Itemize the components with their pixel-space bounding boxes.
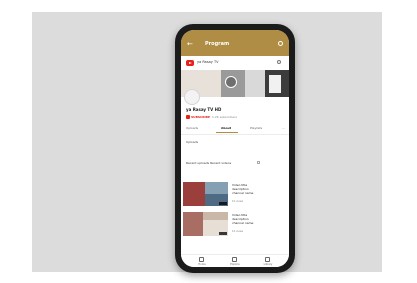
nav-item-home[interactable]: Home <box>192 257 212 267</box>
video-title[interactable]: Video title description channel name <box>232 213 253 225</box>
subscriber-count: 1.2K subscribers <box>212 115 237 119</box>
section-header: Recent uploads Recent videos <box>186 161 260 165</box>
video-item[interactable]: Video title description channel name 1K … <box>183 212 287 236</box>
video-thumbnail[interactable] <box>183 182 228 206</box>
banner-panel <box>245 70 265 97</box>
thumbnail-panel <box>183 182 205 206</box>
explore-icon <box>232 257 237 262</box>
thumbnail-panel <box>183 212 203 236</box>
subscribe-icon <box>186 115 190 119</box>
phone-screen: ← Program ya Rasay TV ya Rasay TV HD SUB… <box>181 30 289 267</box>
nav-label: Home <box>198 263 206 266</box>
nav-label: Explore <box>230 263 240 266</box>
nav-item-explore[interactable]: Explore <box>225 257 245 267</box>
nav-label: Library <box>263 263 273 266</box>
channel-tabs: Uploads About Playlists ... <box>181 123 289 135</box>
banner-logo <box>225 76 237 88</box>
app-title: Program <box>205 41 230 47</box>
video-item[interactable]: Video title description channel name 1K … <box>183 182 287 206</box>
video-duration-badge <box>219 202 227 205</box>
filter-dropdown[interactable]: Uploads <box>186 140 198 144</box>
active-tab-indicator <box>216 132 238 133</box>
video-title[interactable]: Video title description channel name <box>232 183 253 195</box>
channel-name: ya Rasay TV HD <box>186 107 222 112</box>
menu-icon[interactable] <box>278 41 283 46</box>
thumbnail-panel <box>205 182 228 194</box>
checkbox-icon[interactable] <box>257 161 260 164</box>
back-arrow-icon[interactable]: ← <box>187 41 193 48</box>
channel-profile: ya Rasay TV HD SUBSCRIBE 1.2K subscriber… <box>181 89 289 123</box>
phone-device: ← Program ya Rasay TV ya Rasay TV HD SUB… <box>175 24 295 273</box>
subscribe-label: SUBSCRIBE <box>191 115 211 119</box>
nav-item-library[interactable]: Library <box>258 257 278 267</box>
library-icon <box>265 257 270 262</box>
home-icon <box>199 257 204 262</box>
subscribe-button[interactable]: SUBSCRIBE <box>186 115 210 119</box>
tab-more[interactable]: ... <box>282 126 285 130</box>
channel-bar-name: ya Rasay TV <box>197 60 219 64</box>
tab-about[interactable]: About <box>221 126 231 130</box>
app-bar: ← Program <box>181 30 289 56</box>
video-duration-badge <box>219 232 227 235</box>
tab-uploads[interactable]: Uploads <box>186 126 198 130</box>
video-meta: 1K views <box>232 230 244 233</box>
avatar[interactable] <box>184 89 200 105</box>
video-title-line: channel name <box>232 191 254 195</box>
channel-bar: ya Rasay TV <box>181 56 289 70</box>
section-title: Recent uploads <box>186 161 210 165</box>
bottom-navigation: Home Explore Library <box>181 254 289 267</box>
video-thumbnail[interactable] <box>183 212 228 236</box>
banner-panel <box>269 75 281 93</box>
video-title-line: channel name <box>232 221 254 225</box>
search-icon[interactable] <box>277 60 281 64</box>
youtube-logo-icon <box>186 60 194 66</box>
section-subtitle: Recent videos <box>210 161 232 165</box>
tab-playlists[interactable]: Playlists <box>250 126 262 130</box>
video-meta: 1K views <box>232 200 244 203</box>
